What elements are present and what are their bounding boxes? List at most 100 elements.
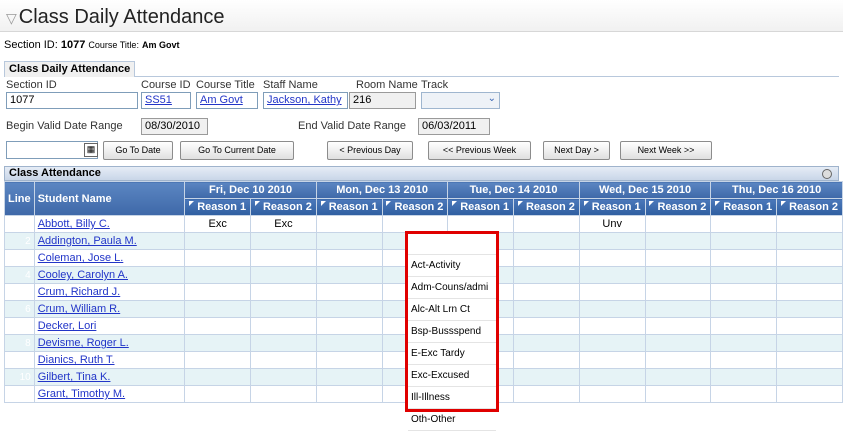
reason-cell[interactable] xyxy=(250,283,317,301)
next-day-button[interactable]: Next Day > xyxy=(543,141,610,160)
student-name-link[interactable]: Crum, Richard J. xyxy=(33,283,186,301)
track-select[interactable]: ⌄ xyxy=(421,92,500,109)
reason-cell[interactable] xyxy=(578,351,646,369)
reason-cell[interactable] xyxy=(513,351,580,369)
reason-cell[interactable] xyxy=(644,249,712,267)
next-week-button[interactable]: Next Week >> xyxy=(620,141,712,160)
reason-cell[interactable] xyxy=(710,317,778,335)
reason-cell[interactable] xyxy=(578,385,646,403)
reason-cell[interactable] xyxy=(710,266,778,284)
room-name-field[interactable]: 216 xyxy=(349,92,416,109)
reason-cell[interactable]: Exc xyxy=(184,215,252,233)
reason-cell[interactable] xyxy=(184,249,252,267)
reason-cell[interactable] xyxy=(315,266,383,284)
end-date-field[interactable]: 06/03/2011 xyxy=(418,118,490,135)
reason-cell[interactable] xyxy=(710,232,778,250)
reason-cell[interactable] xyxy=(710,215,778,233)
reason-cell[interactable] xyxy=(513,317,580,335)
reason-cell[interactable] xyxy=(776,368,843,386)
dropdown-option[interactable] xyxy=(408,234,496,255)
reason-cell[interactable] xyxy=(776,300,843,318)
reason-cell[interactable] xyxy=(184,368,252,386)
reason-cell[interactable] xyxy=(578,283,646,301)
reason-cell[interactable] xyxy=(250,266,317,284)
reason-cell[interactable] xyxy=(184,351,252,369)
reason-cell[interactable] xyxy=(710,385,778,403)
reason-cell[interactable] xyxy=(578,317,646,335)
reason-cell[interactable]: Unv xyxy=(578,215,646,233)
reason-cell[interactable] xyxy=(578,300,646,318)
section-id-field[interactable]: 1077 xyxy=(6,92,138,109)
reason-cell[interactable] xyxy=(710,283,778,301)
filter-icon[interactable]: ▽ xyxy=(6,10,17,26)
reason-cell[interactable] xyxy=(710,334,778,352)
reason-cell[interactable] xyxy=(776,266,843,284)
reason-cell[interactable] xyxy=(184,317,252,335)
student-name-link[interactable]: Abbott, Billy C. xyxy=(33,215,186,233)
reason-cell[interactable] xyxy=(315,249,383,267)
reason-cell[interactable] xyxy=(315,334,383,352)
reason-cell[interactable] xyxy=(250,368,317,386)
reason-cell[interactable] xyxy=(776,232,843,250)
student-name-link[interactable]: Grant, Timothy M. xyxy=(33,385,186,403)
reason-cell[interactable] xyxy=(184,385,252,403)
dropdown-option[interactable]: Exc-Excused xyxy=(408,366,496,387)
reason-cell[interactable] xyxy=(513,300,580,318)
reason-cell[interactable] xyxy=(644,283,712,301)
reason-cell[interactable] xyxy=(776,385,843,403)
reason-cell[interactable] xyxy=(578,232,646,250)
tab-class-daily-attendance[interactable]: Class Daily Attendance xyxy=(4,61,136,77)
reason-cell[interactable] xyxy=(776,317,843,335)
student-name-link[interactable]: Dianics, Ruth T. xyxy=(33,351,186,369)
reason-cell[interactable] xyxy=(710,351,778,369)
reason-cell[interactable]: Exc xyxy=(250,215,317,233)
reason-cell[interactable] xyxy=(644,317,712,335)
student-name-link[interactable]: Addington, Paula M. xyxy=(33,232,186,250)
reason-cell[interactable] xyxy=(644,266,712,284)
reason-cell[interactable] xyxy=(250,385,317,403)
reason-cell[interactable] xyxy=(644,232,712,250)
reason-cell[interactable] xyxy=(315,351,383,369)
reason-cell[interactable] xyxy=(315,215,383,233)
calendar-icon[interactable]: ▦ xyxy=(84,143,98,157)
reason-cell[interactable] xyxy=(250,300,317,318)
reason-cell[interactable] xyxy=(250,249,317,267)
student-name-link[interactable]: Coleman, Jose L. xyxy=(33,249,186,267)
reason-cell[interactable] xyxy=(184,283,252,301)
reason-cell[interactable] xyxy=(513,232,580,250)
student-name-link[interactable]: Devisme, Roger L. xyxy=(33,334,186,352)
reason-cell[interactable] xyxy=(513,266,580,284)
reason-cell[interactable] xyxy=(315,317,383,335)
previous-week-button[interactable]: << Previous Week xyxy=(428,141,531,160)
reason-cell[interactable] xyxy=(250,317,317,335)
course-title-link[interactable]: Am Govt xyxy=(196,92,258,109)
reason-cell[interactable] xyxy=(184,334,252,352)
dropdown-option[interactable]: Alc-Alt Lrn Ct xyxy=(408,300,496,321)
reason-cell[interactable] xyxy=(184,300,252,318)
dropdown-option[interactable]: Bsp-Bussspend xyxy=(408,322,496,343)
reason-cell[interactable] xyxy=(315,368,383,386)
reason-cell[interactable] xyxy=(184,266,252,284)
reason-cell[interactable] xyxy=(644,215,712,233)
reason-cell[interactable] xyxy=(513,368,580,386)
chevron-down-icon[interactable]: ⌄ xyxy=(488,93,496,104)
reason-cell[interactable] xyxy=(644,351,712,369)
student-name-column-header[interactable]: Student Name xyxy=(33,181,186,216)
reason-cell[interactable] xyxy=(447,215,515,233)
reason-cell[interactable] xyxy=(644,334,712,352)
reason-cell[interactable] xyxy=(644,300,712,318)
reason-cell[interactable] xyxy=(710,249,778,267)
line-column-header[interactable]: Line xyxy=(4,181,35,216)
reason-cell[interactable] xyxy=(578,266,646,284)
reason-cell[interactable] xyxy=(315,385,383,403)
reason-dropdown-list[interactable]: Act-Activity Adm-Couns/admi Alc-Alt Lrn Ct… xyxy=(405,231,499,431)
dropdown-option[interactable]: Oth-Other xyxy=(408,410,496,431)
reason-cell[interactable] xyxy=(381,215,449,233)
reason-cell[interactable] xyxy=(250,334,317,352)
reason-cell[interactable] xyxy=(578,249,646,267)
reason-cell[interactable] xyxy=(776,283,843,301)
reason-cell[interactable] xyxy=(513,249,580,267)
reason-cell[interactable] xyxy=(315,300,383,318)
collapse-icon[interactable] xyxy=(822,169,832,179)
reason-cell[interactable] xyxy=(578,334,646,352)
